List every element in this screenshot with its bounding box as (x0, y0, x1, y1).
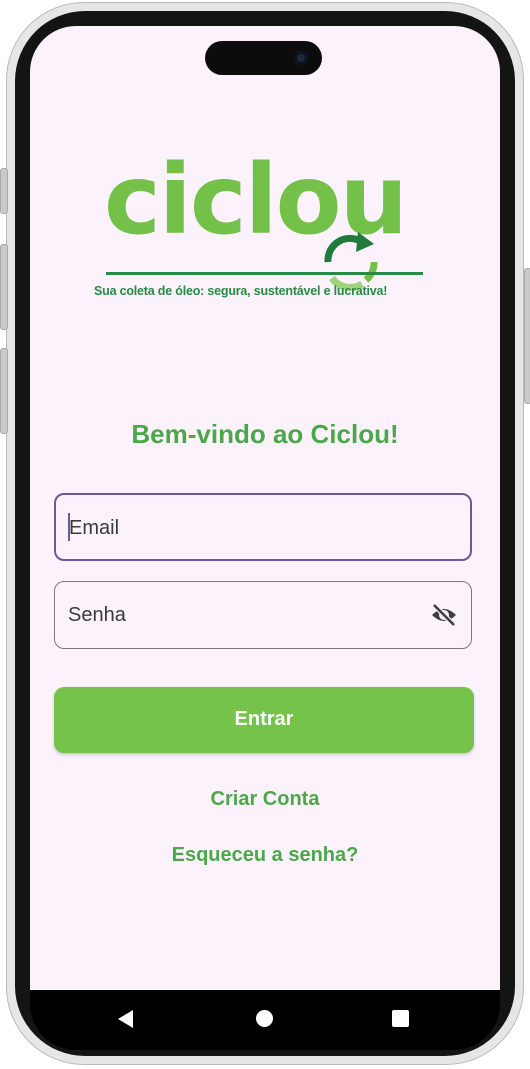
email-field[interactable]: Email (54, 493, 472, 561)
side-button (0, 348, 8, 434)
home-circle-icon[interactable] (256, 1010, 273, 1027)
logo-tagline: Sua coleta de óleo: segura, sustentável … (94, 284, 388, 298)
recycle-arrows-icon (324, 232, 378, 291)
password-label: Senha (68, 604, 126, 626)
eye-off-icon[interactable] (430, 603, 458, 627)
ciclou-logo: ciclou Sua coleta de óleo: segura, suste… (90, 152, 460, 311)
create-account-link[interactable]: Criar Conta (30, 788, 500, 811)
email-label: Email (69, 517, 120, 539)
back-triangle-icon[interactable] (118, 1010, 133, 1028)
volume-down-button (0, 244, 8, 330)
welcome-title: Bem-vindo ao Ciclou! (131, 419, 399, 449)
forgot-password-link[interactable]: Esqueceu a senha? (30, 844, 500, 867)
recent-square-icon[interactable] (392, 1010, 409, 1027)
volume-up-button (0, 168, 8, 214)
camera-notch (205, 41, 322, 75)
power-button (524, 268, 530, 404)
login-button[interactable]: Entrar (54, 687, 474, 753)
app-screen: ciclou Sua coleta de óleo: segura, suste… (30, 26, 500, 990)
system-nav-bar (30, 990, 500, 1050)
logo-underline (106, 272, 423, 275)
front-camera (294, 51, 308, 65)
password-field[interactable]: Senha (54, 581, 472, 649)
login-button-label: Entrar (234, 708, 294, 730)
